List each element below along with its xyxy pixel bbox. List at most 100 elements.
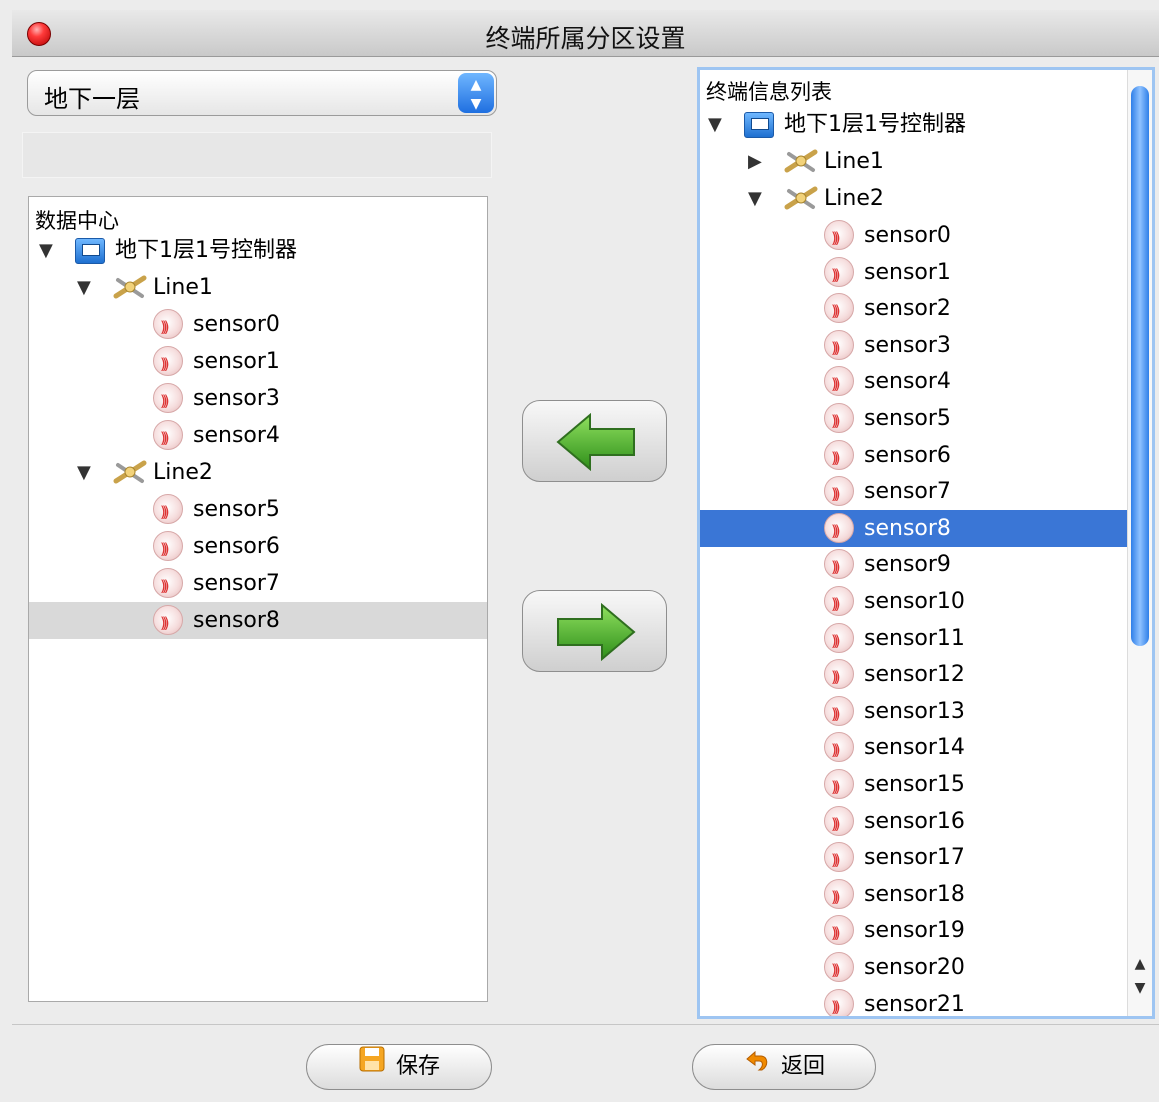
line-icon [113, 459, 147, 485]
tree-sensor[interactable]: sensor1 [29, 343, 487, 383]
sensor-icon [824, 952, 854, 989]
sensor-icon [824, 878, 854, 916]
tree-sensor-label: sensor8 [193, 608, 280, 633]
sensor-icon [824, 220, 854, 257]
tree-sensor-label: sensor1 [193, 349, 280, 374]
tree-sensor[interactable]: sensor2 [700, 290, 1128, 330]
controller-icon [75, 238, 105, 264]
sensor-icon [824, 403, 854, 440]
tree-sensor-label: sensor5 [864, 406, 951, 431]
tree-sensor-label: sensor16 [864, 808, 965, 834]
tree-sensor[interactable]: sensor5 [29, 491, 487, 531]
expand-triangle-icon[interactable]: ▼ [77, 269, 91, 306]
line-icon [784, 148, 818, 174]
tree-sensor[interactable]: sensor8 [700, 509, 1128, 550]
left-tree-panel[interactable]: 数据中心▼地下1层1号控制器▼Line1sensor0sensor1sensor… [28, 196, 488, 1002]
tree-sensor[interactable]: sensor4 [700, 363, 1128, 403]
tree-sensor[interactable]: sensor16 [700, 803, 1128, 843]
tree-sensor[interactable]: sensor19 [700, 912, 1128, 952]
tree-sensor[interactable]: sensor6 [29, 528, 487, 568]
tree-sensor[interactable]: sensor7 [700, 473, 1128, 513]
tree-line[interactable]: ▼ Line2 [700, 180, 1128, 217]
tree-controller[interactable]: ▼ 地下1层1号控制器 [29, 232, 487, 269]
move-right-button[interactable] [522, 590, 667, 672]
tree-sensor[interactable]: sensor3 [29, 380, 487, 420]
tree-sensor[interactable]: sensor13 [700, 693, 1128, 733]
expand-triangle-icon[interactable]: ▼ [39, 232, 53, 269]
tree-sensor-label: sensor1 [864, 259, 951, 285]
tree-line-label: Line1 [824, 149, 884, 174]
tree-sensor-label: sensor14 [864, 735, 965, 761]
sensor-icon [824, 732, 854, 769]
tree-controller[interactable]: ▼ 地下1层1号控制器 [700, 106, 1128, 143]
expand-triangle-icon[interactable]: ▼ [77, 454, 91, 491]
sensor-icon [824, 512, 854, 550]
sensor-icon [824, 622, 854, 660]
scrollbar-thumb[interactable] [1131, 86, 1149, 646]
tree-sensor-label: sensor9 [864, 552, 951, 578]
tree-sensor[interactable]: sensor0 [700, 217, 1128, 257]
right-tree-panel[interactable]: 终端信息列表▼地下1层1号控制器▶Line1▼Line2sensor0senso… [697, 67, 1155, 1019]
scroll-down-icon[interactable]: ▼ [1132, 980, 1148, 996]
sensor-icon [824, 439, 854, 477]
save-button-label: 保存 [395, 1054, 440, 1079]
tree-sensor[interactable]: sensor15 [700, 766, 1128, 806]
sensor-icon [153, 346, 183, 383]
tree-sensor[interactable]: sensor5 [700, 400, 1128, 440]
save-button[interactable]: 保存 [306, 1044, 492, 1090]
tree-sensor[interactable]: sensor6 [700, 437, 1128, 477]
expand-triangle-icon[interactable]: ▼ [708, 106, 722, 143]
tree-sensor[interactable]: sensor1 [700, 254, 1128, 294]
tree-sensor-label: sensor7 [193, 571, 280, 596]
tree-sensor-label: sensor12 [864, 662, 965, 688]
sensor-icon [824, 549, 854, 586]
window-title: 终端所属分区设置 [485, 24, 686, 53]
vertical-scrollbar[interactable]: ▲ ▼ [1127, 70, 1152, 1016]
tree-sensor[interactable]: sensor0 [29, 306, 487, 346]
tree-sensor[interactable]: sensor10 [700, 583, 1128, 623]
scroll-up-icon[interactable]: ▲ [1132, 956, 1148, 972]
sensor-icon [824, 769, 854, 806]
tree-sensor[interactable]: sensor17 [700, 839, 1128, 879]
tree-controller-label: 地下1层1号控制器 [115, 238, 297, 263]
sensor-icon [824, 805, 854, 843]
tree-sensor[interactable]: sensor9 [700, 546, 1128, 586]
sensor-icon [824, 329, 854, 367]
tree-line[interactable]: ▼ Line2 [29, 454, 487, 491]
tree-sensor[interactable]: sensor8 [29, 602, 487, 642]
return-icon [743, 1045, 771, 1089]
sensor-icon [824, 988, 854, 1016]
tree-sensor-label: sensor5 [193, 497, 280, 522]
tree-sensor[interactable]: sensor14 [700, 729, 1128, 769]
sensor-icon [824, 366, 854, 403]
tree-sensor[interactable]: sensor3 [700, 327, 1128, 367]
tree-line-label: Line1 [153, 275, 213, 300]
sensor-icon [824, 293, 854, 330]
tree-line-label: Line2 [153, 460, 213, 485]
tree-line[interactable]: ▼ Line1 [29, 269, 487, 306]
tree-sensor[interactable]: sensor4 [29, 417, 487, 457]
tree-sensor[interactable]: sensor20 [700, 949, 1128, 989]
tree-sensor[interactable]: sensor12 [700, 656, 1128, 696]
sensor-icon [153, 568, 183, 605]
collapse-triangle-icon[interactable]: ▶ [748, 143, 762, 180]
tree-sensor[interactable]: sensor21 [700, 986, 1128, 1016]
move-left-button[interactable] [522, 400, 667, 482]
filter-field[interactable] [22, 132, 492, 178]
sensor-icon [153, 309, 183, 346]
back-button[interactable]: 返回 [692, 1044, 876, 1090]
sensor-icon [824, 476, 854, 513]
zone-select[interactable]: 地下一层 ▲ ▼ [27, 70, 497, 116]
sensor-icon [824, 915, 854, 952]
tree-sensor[interactable]: sensor18 [700, 876, 1128, 916]
sensor-icon [824, 842, 854, 879]
tree-sensor-label: sensor0 [193, 312, 280, 337]
expand-triangle-icon[interactable]: ▼ [748, 180, 762, 217]
tree-sensor-label: sensor17 [864, 845, 965, 871]
sensor-icon [153, 494, 183, 531]
updown-arrows-icon[interactable]: ▲ ▼ [458, 73, 494, 113]
tree-line[interactable]: ▶ Line1 [700, 143, 1128, 180]
tree-sensor[interactable]: sensor11 [700, 620, 1128, 660]
tree-sensor[interactable]: sensor7 [29, 565, 487, 605]
sensor-icon [824, 586, 854, 623]
